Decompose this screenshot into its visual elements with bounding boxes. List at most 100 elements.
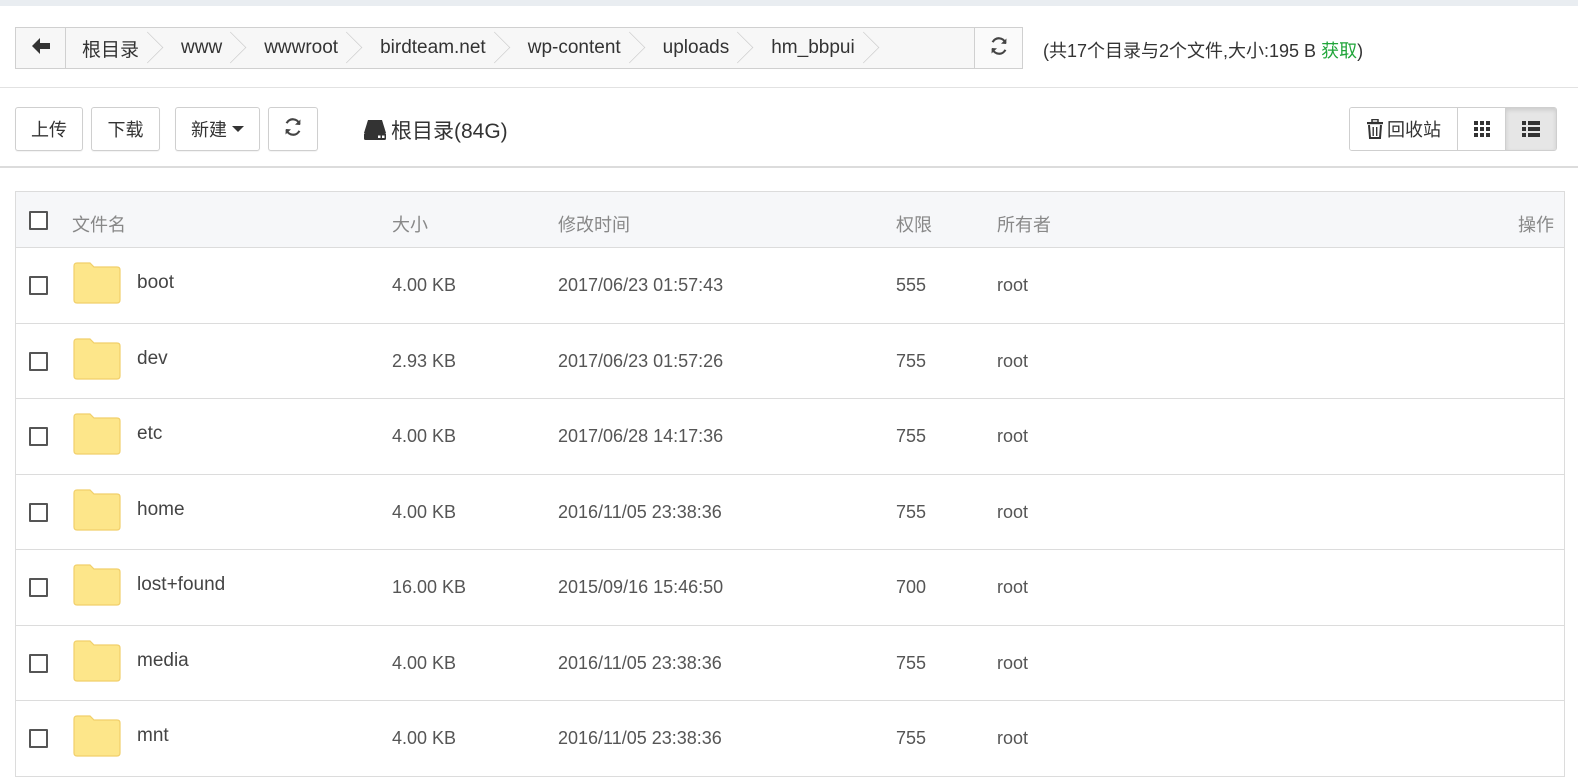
file-owner[interactable]: root xyxy=(997,426,1028,447)
file-mtime: 2016/11/05 23:38:36 xyxy=(558,652,722,673)
refresh-icon xyxy=(283,117,303,142)
download-button[interactable]: 下载 xyxy=(91,107,160,151)
grid-view-icon xyxy=(1473,121,1490,137)
file-name[interactable]: media xyxy=(137,650,189,672)
file-mtime: 2017/06/23 01:57:26 xyxy=(558,350,724,371)
row-checkbox[interactable] xyxy=(29,276,48,295)
trash-icon xyxy=(1366,119,1384,139)
file-permission[interactable]: 755 xyxy=(896,502,926,523)
breadcrumb-item[interactable]: 根目录 xyxy=(66,28,165,68)
hard-drive-icon xyxy=(363,119,387,141)
folder-icon[interactable] xyxy=(72,564,122,606)
breadcrumb: 根目录 www wwwroot birdteam.net wp-content uploa… xyxy=(15,27,1023,69)
disk-indicator: 根目录(84G) xyxy=(363,115,508,145)
row-checkbox[interactable] xyxy=(29,729,48,748)
file-owner[interactable]: root xyxy=(997,577,1028,598)
folder-icon[interactable] xyxy=(72,639,122,682)
folder-icon[interactable] xyxy=(72,262,122,304)
table-row[interactable]: dev 2.93 KB 2017/06/23 01:57:26 755 root xyxy=(16,324,1564,399)
breadcrumb-input-area[interactable] xyxy=(881,28,974,68)
file-size: 16.00 KB xyxy=(392,577,467,597)
table-row[interactable]: boot 4.00 KB 2017/06/23 01:57:43 555 root xyxy=(16,248,1564,324)
file-size: 4.00 KB xyxy=(392,275,457,295)
path-bar: 根目录 www wwwroot birdteam.net wp-content uploa… xyxy=(0,6,1578,88)
row-checkbox[interactable] xyxy=(29,427,48,446)
fetch-size-link[interactable]: 获取 xyxy=(1321,41,1357,61)
download-label: 下载 xyxy=(107,120,144,140)
header-actions: 操作 xyxy=(1518,215,1554,235)
file-mtime: 2016/11/05 23:38:36 xyxy=(558,728,722,748)
toolbar: 上传 下载 新建 根目录(84G) 回收站 xyxy=(0,88,1578,168)
grid-view-button[interactable] xyxy=(1458,108,1506,150)
file-permission[interactable]: 755 xyxy=(896,653,926,674)
file-size: 4.00 KB xyxy=(392,652,457,673)
file-owner[interactable]: root xyxy=(997,653,1028,674)
table-row[interactable]: lost+found 16.00 KB 2015/09/16 15:46:50 700… xyxy=(16,550,1564,626)
header-owner[interactable]: 所有者 xyxy=(997,211,1051,237)
row-checkbox[interactable] xyxy=(29,502,48,522)
file-permission[interactable]: 700 xyxy=(896,577,926,598)
recycle-label: 回收站 xyxy=(1387,120,1441,140)
file-owner[interactable]: root xyxy=(997,275,1028,296)
list-view-button[interactable] xyxy=(1506,108,1556,150)
folder-icon[interactable] xyxy=(72,337,122,380)
header-size[interactable]: 大小 xyxy=(392,211,428,237)
header-mtime[interactable]: 修改时间 xyxy=(558,211,630,237)
new-dropdown-button[interactable]: 新建 xyxy=(175,107,260,151)
file-name[interactable]: home xyxy=(137,499,185,521)
table-row[interactable]: etc 4.00 KB 2017/06/28 14:17:36 755 root xyxy=(16,399,1564,475)
file-owner[interactable]: root xyxy=(997,728,1028,749)
file-size: 4.00 KB xyxy=(392,501,457,522)
file-name[interactable]: lost+found xyxy=(137,574,225,596)
folder-icon[interactable] xyxy=(72,413,122,455)
table-row[interactable]: media 4.00 KB 2016/11/05 23:38:36 755 root xyxy=(16,626,1564,701)
back-button[interactable] xyxy=(16,28,66,68)
breadcrumb-item[interactable]: uploads xyxy=(647,28,756,68)
select-all-checkbox[interactable] xyxy=(29,211,48,230)
breadcrumb-item[interactable]: hm_bbpui xyxy=(755,28,880,68)
file-permission[interactable]: 755 xyxy=(896,728,926,749)
file-name[interactable]: etc xyxy=(137,423,162,445)
recycle-bin-button[interactable]: 回收站 xyxy=(1350,108,1458,150)
folder-icon[interactable] xyxy=(72,488,122,531)
new-label: 新建 xyxy=(191,120,227,140)
row-checkbox[interactable] xyxy=(29,578,48,597)
file-owner[interactable]: root xyxy=(997,351,1028,372)
file-size: 4.00 KB xyxy=(392,728,457,748)
file-mtime: 2017/06/23 01:57:43 xyxy=(558,275,724,295)
list-view-icon xyxy=(1522,121,1540,137)
view-toggle-group: 回收站 xyxy=(1349,107,1557,151)
file-permission[interactable]: 755 xyxy=(896,351,926,372)
file-size: 4.00 KB xyxy=(392,426,457,446)
breadcrumb-item[interactable]: birdteam.net xyxy=(364,28,512,68)
arrow-left-icon xyxy=(31,37,51,60)
file-mtime: 2017/06/28 14:17:36 xyxy=(558,426,724,446)
file-name[interactable]: mnt xyxy=(137,725,169,747)
file-name[interactable]: boot xyxy=(137,272,174,294)
file-size: 2.93 KB xyxy=(392,350,457,371)
breadcrumb-items: 根目录 www wwwroot birdteam.net wp-content uploa… xyxy=(66,28,974,68)
folder-icon[interactable] xyxy=(72,715,122,757)
file-permission[interactable]: 755 xyxy=(896,426,926,447)
breadcrumb-item[interactable]: wwwroot xyxy=(248,28,364,68)
breadcrumb-item[interactable]: wp-content xyxy=(512,28,647,68)
file-permission[interactable]: 555 xyxy=(896,275,926,296)
row-checkbox[interactable] xyxy=(29,653,48,673)
file-owner[interactable]: root xyxy=(997,502,1028,523)
file-mtime: 2016/11/05 23:38:36 xyxy=(558,501,722,522)
header-name[interactable]: 文件名 xyxy=(72,211,126,237)
table-row[interactable]: mnt 4.00 KB 2016/11/05 23:38:36 755 root xyxy=(16,701,1564,777)
row-checkbox[interactable] xyxy=(29,351,48,371)
disk-label: 根目录(84G) xyxy=(391,120,508,143)
file-name[interactable]: dev xyxy=(137,348,168,370)
caret-down-icon xyxy=(232,126,244,132)
breadcrumb-item[interactable]: www xyxy=(165,28,248,68)
upload-button[interactable]: 上传 xyxy=(15,107,83,151)
table-header: 文件名 大小 修改时间 权限 所有者 操作 xyxy=(16,192,1564,248)
table-row[interactable]: home 4.00 KB 2016/11/05 23:38:36 755 root xyxy=(16,475,1564,550)
header-permission[interactable]: 权限 xyxy=(896,211,932,237)
directory-summary: (共17个目录与2个文件,大小:195 B 获取) xyxy=(1043,37,1363,63)
refresh-path-button[interactable] xyxy=(974,28,1022,68)
summary-text: (共17个目录与2个文件,大小:195 B xyxy=(1043,41,1322,61)
refresh-button[interactable] xyxy=(268,107,318,151)
